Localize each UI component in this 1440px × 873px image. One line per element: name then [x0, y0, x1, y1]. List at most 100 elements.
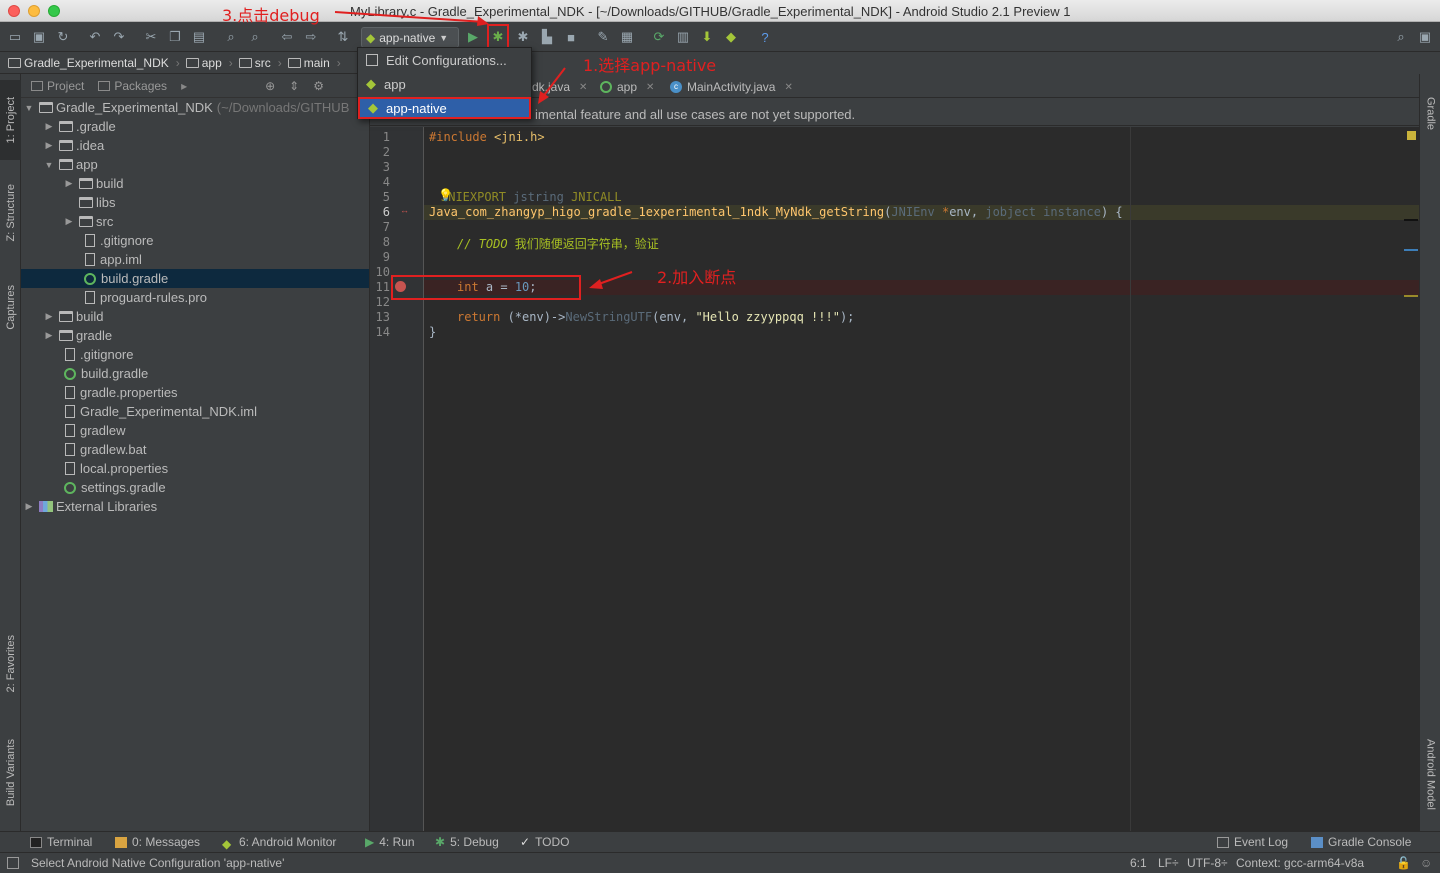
tree-row[interactable]: gradle.properties [21, 383, 369, 402]
close-window-button[interactable] [8, 5, 20, 17]
implement-marker-icon[interactable]: ↔ [400, 205, 409, 215]
collapsed-arrow-icon[interactable]: ▶ [63, 178, 75, 189]
tab-favorites[interactable]: 2: Favorites [0, 622, 21, 706]
close-icon[interactable]: ✕ [784, 82, 792, 93]
tree-row[interactable]: ▶ External Libraries [21, 497, 369, 516]
run-icon[interactable]: ▶ [464, 28, 482, 46]
tab-run[interactable]: ▶ 4: Run [365, 835, 415, 849]
tree-row[interactable]: ▼ app [21, 155, 369, 174]
zoom-window-button[interactable] [48, 5, 60, 17]
tree-row[interactable]: ▶ .gradle [21, 117, 369, 136]
run-configuration-select[interactable]: ◆ app-native ▼ [361, 27, 459, 48]
hector-icon[interactable]: ☺ [1420, 856, 1432, 870]
copy-icon[interactable]: ❐ [166, 28, 184, 46]
tree-row-root[interactable]: ▼ Gradle_Experimental_NDK (~/Downloads/G… [21, 98, 369, 117]
tree-row[interactable]: build.gradle [21, 364, 369, 383]
expanded-arrow-icon[interactable]: ▼ [43, 160, 55, 170]
collapsed-arrow-icon[interactable]: ▶ [43, 121, 55, 132]
context-indicator[interactable]: Context: gcc-arm64-v8a [1236, 856, 1364, 870]
close-icon[interactable]: ✕ [579, 82, 587, 93]
tab-android-model[interactable]: Android Model [1420, 724, 1440, 824]
replace-icon[interactable]: ⌕ [246, 28, 264, 46]
help-icon[interactable]: ? [756, 28, 774, 46]
make-project-icon[interactable]: ⇅ [334, 28, 352, 46]
tab-terminal[interactable]: Terminal [30, 835, 92, 849]
analysis-status-icon[interactable] [1407, 131, 1416, 140]
line-separator[interactable]: LF÷ [1158, 856, 1179, 870]
project-structure-icon[interactable]: ▦ [618, 28, 636, 46]
tab-project-view[interactable]: Project [31, 79, 84, 93]
menu-item-app-native[interactable]: ◆ app-native [358, 97, 531, 119]
sync-gradle-icon[interactable]: ⟳ [650, 28, 668, 46]
file-encoding[interactable]: UTF-8÷ [1187, 856, 1228, 870]
tab-todo[interactable]: ✓ TODO [520, 835, 570, 849]
editor-gutter[interactable]: 1 2 3 4 5 6 7 8 9 10 11 12 13 14 ↔ [370, 127, 424, 831]
tree-row[interactable]: ▶ gradle [21, 326, 369, 345]
tree-row[interactable]: settings.gradle [21, 478, 369, 497]
tab-messages[interactable]: 0: Messages [115, 835, 200, 849]
tab-event-log[interactable]: Event Log [1217, 835, 1288, 849]
avd-manager-icon[interactable]: ▥ [674, 28, 692, 46]
more-tabs-icon[interactable]: ▸ [181, 79, 187, 93]
scrollbar-marker[interactable] [1404, 249, 1418, 251]
menu-item-edit-configurations[interactable]: Edit Configurations... [358, 49, 531, 71]
cut-icon[interactable]: ✂ [142, 28, 160, 46]
tab-gradle[interactable]: Gradle [1420, 84, 1440, 144]
tree-row[interactable]: ▶ src [21, 212, 369, 231]
settings-gear-icon[interactable]: ⚙ [313, 79, 324, 93]
collapsed-arrow-icon[interactable]: ▶ [63, 216, 75, 227]
back-icon[interactable]: ⇦ [278, 28, 296, 46]
tab-project[interactable]: 1: Project [0, 80, 21, 160]
tab-captures[interactable]: Captures [0, 270, 21, 344]
tab-packages-view[interactable]: Packages [98, 79, 167, 93]
tab-app-gradle[interactable]: app ✕ [600, 76, 654, 98]
tree-row[interactable]: libs [21, 193, 369, 212]
tree-row[interactable]: .gitignore [21, 231, 369, 250]
attach-debugger-icon[interactable]: ✱ [514, 28, 532, 46]
stop-icon[interactable]: ■ [562, 28, 580, 46]
tab-mainactivity-java[interactable]: c MainActivity.java ✕ [670, 76, 793, 98]
caret-position[interactable]: 6:1 [1130, 856, 1147, 870]
scrollbar-marker[interactable] [1404, 219, 1418, 221]
collapsed-arrow-icon[interactable]: ▶ [43, 330, 55, 341]
android-device-monitor-icon[interactable]: ◆ [722, 28, 740, 46]
tab-mylibrary-java[interactable]: dk.java ✕ [532, 76, 587, 98]
tab-debug[interactable]: ✱ 5: Debug [435, 835, 499, 849]
breadcrumb-project[interactable]: Gradle_Experimental_NDK › [8, 56, 180, 70]
user-icon[interactable]: ▣ [1416, 28, 1434, 46]
scrollbar-marker[interactable] [1404, 295, 1418, 297]
undo-icon[interactable]: ↶ [86, 28, 104, 46]
breadcrumb-main[interactable]: main › [287, 56, 341, 70]
collapsed-arrow-icon[interactable]: ▶ [43, 311, 55, 322]
toggle-tool-windows-icon[interactable] [7, 857, 19, 869]
collapsed-arrow-icon[interactable]: ▶ [23, 501, 35, 512]
code-editor[interactable]: #include <jni.h> JNIEXPORT jstring JNICA… [424, 127, 1419, 831]
open-folder-icon[interactable]: ▭ [6, 28, 24, 46]
redo-icon[interactable]: ↷ [110, 28, 128, 46]
expanded-arrow-icon[interactable]: ▼ [23, 103, 35, 113]
close-icon[interactable]: ✕ [646, 82, 654, 93]
tree-row[interactable]: ▶ build [21, 174, 369, 193]
breadcrumb-src[interactable]: src › [238, 56, 282, 70]
paste-icon[interactable]: ▤ [190, 28, 208, 46]
tree-row[interactable]: local.properties [21, 459, 369, 478]
apply-changes-icon[interactable]: ▙ [538, 28, 556, 46]
tree-row[interactable]: ▶ build [21, 307, 369, 326]
tree-row[interactable]: proguard-rules.pro [21, 288, 369, 307]
tree-row[interactable]: ▶ .idea [21, 136, 369, 155]
search-everywhere-icon[interactable]: ⌕ [1392, 28, 1410, 46]
scroll-from-source-icon[interactable]: ⊕ [265, 79, 275, 93]
sdk-manager-icon[interactable]: ✎ [594, 28, 612, 46]
sync-icon[interactable]: ↻ [54, 28, 72, 46]
tree-row[interactable]: app.iml [21, 250, 369, 269]
tree-row-selected[interactable]: build.gradle [21, 269, 369, 288]
tab-android-monitor[interactable]: ◆ 6: Android Monitor [222, 835, 336, 851]
tab-build-variants[interactable]: Build Variants [0, 726, 21, 820]
tree-row[interactable]: gradlew.bat [21, 440, 369, 459]
lock-icon[interactable]: 🔓 [1396, 856, 1411, 870]
collapsed-arrow-icon[interactable]: ▶ [43, 140, 55, 151]
save-icon[interactable]: ▣ [30, 28, 48, 46]
collapse-all-icon[interactable]: ⇕ [289, 79, 299, 93]
lightbulb-icon[interactable]: 💡 [438, 188, 453, 202]
tab-structure[interactable]: Z: Structure [0, 170, 21, 256]
